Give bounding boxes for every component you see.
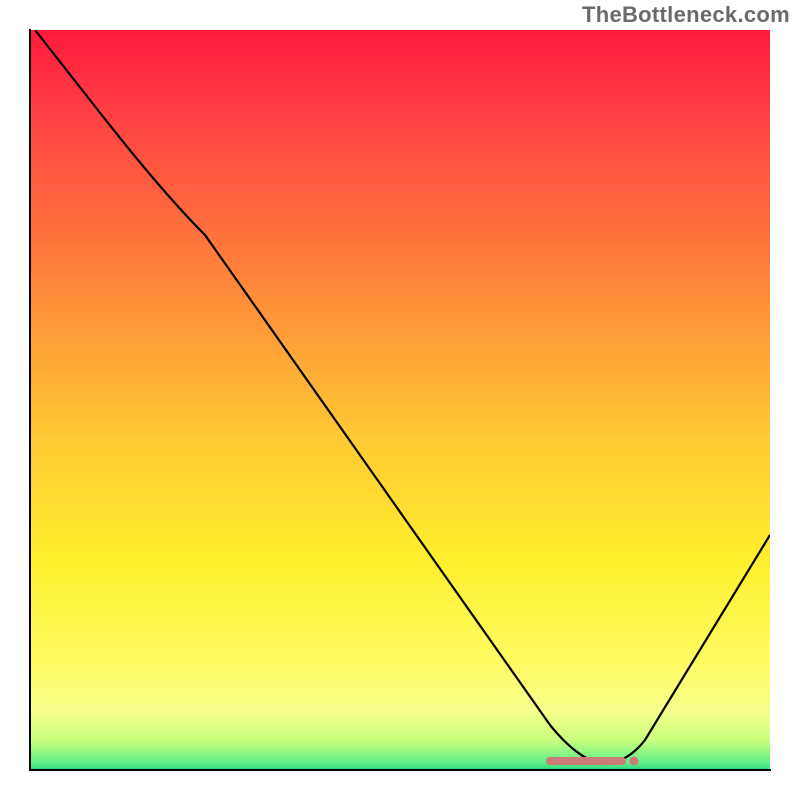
bottleneck-curve [35,30,770,764]
plot-area [30,30,770,770]
chart-overlay [30,30,770,770]
chart-container: TheBottleneck.com [0,0,800,800]
watermark-text: TheBottleneck.com [582,2,790,28]
